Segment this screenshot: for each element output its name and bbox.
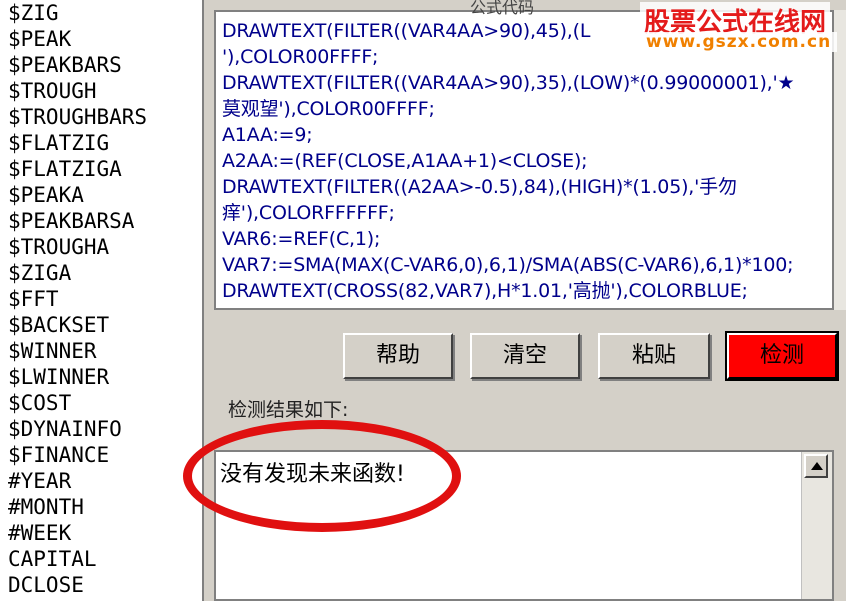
function-list-item[interactable]: $FLATZIGA [0,156,202,182]
code-line: VAR6:=REF(C,1); [222,228,381,250]
function-list-item[interactable]: $FLATZIG [0,130,202,156]
function-list-item[interactable]: $BACKSET [0,312,202,338]
function-list-item[interactable]: $COST [0,390,202,416]
function-list-item[interactable]: $TROUGHA [0,234,202,260]
help-button[interactable]: 帮助 [343,333,453,379]
function-list-item[interactable]: $PEAKBARSA [0,208,202,234]
function-list-item[interactable]: #YEAR [0,468,202,494]
function-list-item[interactable]: $FINANCE [0,442,202,468]
paste-button[interactable]: 粘贴 [598,333,710,379]
code-line: 莫观望'),COLOR00FFFF; [222,98,435,120]
code-editor-header: 公式代码 [470,0,535,17]
editor-scrollbar[interactable] [834,10,846,310]
code-line: A1AA:=9; [222,124,313,146]
code-editor[interactable]: DRAWTEXT(FILTER((VAR4AA>90),45),(L '),COL… [214,10,834,310]
function-list-item[interactable]: $ZIG [0,0,202,26]
function-list-item[interactable]: $FFT [0,286,202,312]
watermark-url: www.gszx.com.cn [640,32,838,52]
function-list-item[interactable]: DCLOSE [0,572,202,598]
result-scrollbar[interactable] [801,452,832,599]
function-list-item[interactable]: #WEEK [0,520,202,546]
function-list-item[interactable]: $DYNAINFO [0,416,202,442]
code-line: DRAWTEXT(FILTER((A2AA>-0.5),84),(HIGH)*(… [222,176,737,198]
code-line: A2AA:=(REF(CLOSE,A1AA+1)<CLOSE); [222,150,588,172]
code-line: VAR7:=SMA(MAX(C-VAR6,0),6,1)/SMA(ABS(C-V… [222,254,794,276]
result-label: 检测结果如下: [228,399,349,421]
scroll-up-arrow-icon[interactable] [804,454,828,478]
clear-button[interactable]: 清空 [470,333,580,379]
code-line: DRAWTEXT(CROSS(82,VAR7),H*1.01,'高抛'),COL… [222,280,748,302]
result-text: 没有发现未来函数! [220,462,405,487]
function-list-item[interactable]: $TROUGHBARS [0,104,202,130]
function-list-item[interactable]: $PEAKA [0,182,202,208]
function-list-item[interactable]: $WINNER [0,338,202,364]
code-line: DRAWTEXT(FILTER((VAR4AA>90),35),(LOW)*(0… [222,72,795,94]
check-button[interactable]: 检测 [725,331,839,381]
code-line: 痒'),COLORFFFFFF; [222,202,395,224]
function-list-item[interactable]: #MONTH [0,494,202,520]
code-lines: DRAWTEXT(FILTER((VAR4AA>90),45),(L '),COL… [216,12,832,304]
result-box[interactable]: 没有发现未来函数! [214,450,834,601]
function-list-item[interactable]: $TROUGH [0,78,202,104]
function-list-item[interactable]: $ZIGA [0,260,202,286]
function-list-item[interactable]: CAPITAL [0,546,202,572]
function-list[interactable]: $ZIG $PEAK $PEAKBARS $TROUGH $TROUGHBARS $FLA… [0,0,204,601]
function-list-item[interactable]: $PEAK [0,26,202,52]
function-list-item[interactable]: $PEAKBARS [0,52,202,78]
function-list-item[interactable]: $LWINNER [0,364,202,390]
